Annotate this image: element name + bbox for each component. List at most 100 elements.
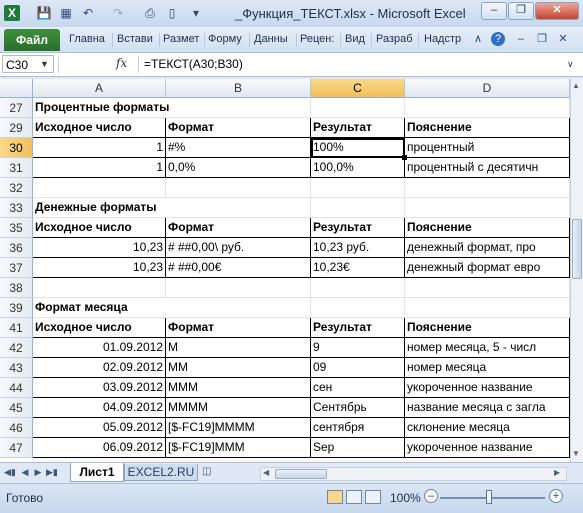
cell[interactable]: Sep [311,438,405,458]
worksheet-grid[interactable]: A B C D 27 Процентные форматы 29 Исходное ч… [0,79,570,462]
tab-insert[interactable]: Встави [117,33,157,45]
cell[interactable]: Результат [311,118,405,138]
cell[interactable]: 10,23€ [311,258,405,278]
zoom-slider-thumb[interactable] [486,490,492,504]
minimize-ribbon-icon[interactable]: ∧ [471,32,485,46]
column-header-c[interactable]: C [311,79,405,98]
sheet-tab-active[interactable]: Лист1 [70,463,124,482]
expand-formula-icon[interactable]: ∨ [567,59,574,70]
restore-button[interactable]: ❐ [508,2,534,20]
tab-data[interactable]: Данны [254,33,294,45]
row-header[interactable]: 37 [0,258,33,278]
vertical-scrollbar[interactable]: ▲ ▼ [570,79,583,462]
cell[interactable]: ММ [166,358,311,378]
page-break-view-icon[interactable] [365,490,381,504]
cell[interactable]: Результат [311,218,405,238]
cell[interactable]: процентный [405,138,570,158]
cell[interactable]: 09 [311,358,405,378]
row-header[interactable]: 47 [0,438,33,458]
tab-home[interactable]: Главна [69,33,109,45]
tab-developer[interactable]: Разраб [376,33,416,45]
cell[interactable]: МММ [166,378,311,398]
fill-handle[interactable] [402,155,407,160]
excel-app-icon[interactable]: X [4,5,20,21]
zoom-slider-track[interactable] [440,497,545,499]
cell[interactable]: укороченное название [405,378,570,398]
column-header-a[interactable]: A [33,79,166,98]
next-sheet-icon[interactable]: ▶ [33,466,43,478]
cell[interactable]: 1 [33,158,166,178]
cell[interactable]: 9 [311,338,405,358]
file-tab[interactable]: Файл [4,29,60,51]
cell[interactable] [311,278,405,298]
insert-function-icon[interactable]: fx [116,56,127,70]
cell[interactable]: 10,23 [33,258,166,278]
cell[interactable] [166,178,311,198]
undo-icon[interactable]: ↶ [80,5,96,21]
quick-print-icon[interactable]: ⎙ [142,5,158,21]
cell[interactable] [405,278,570,298]
cell[interactable]: Исходное число [33,318,166,338]
cell[interactable]: сентября [311,418,405,438]
doc-restore-icon[interactable]: ❐ [535,32,549,46]
cell[interactable]: 100,0% [311,158,405,178]
cell[interactable] [166,278,311,298]
cell[interactable]: Исходное число [33,218,166,238]
column-header-b[interactable]: B [166,79,311,98]
scroll-right-icon[interactable]: ▶ [554,468,560,477]
zoom-out-icon[interactable]: – [424,489,438,503]
tab-formulas[interactable]: Форму [208,33,248,45]
save-icon[interactable]: 💾 [36,5,52,21]
sheet-tab-excel2[interactable]: EXCEL2.RU [124,464,198,481]
cell[interactable]: Пояснение [405,218,570,238]
cell[interactable] [405,298,570,318]
customize-icon[interactable]: ▾ [188,5,204,21]
row-header[interactable]: 38 [0,278,33,298]
cell[interactable]: М [166,338,311,358]
first-sheet-icon[interactable]: ◀▮ [4,466,16,478]
cell[interactable]: название месяца с загла [405,398,570,418]
scroll-thumb[interactable] [572,219,582,279]
cell[interactable]: #% [166,138,311,158]
select-all-corner[interactable] [0,79,33,98]
cell[interactable] [33,278,166,298]
prev-sheet-icon[interactable]: ◀ [20,466,30,478]
normal-view-icon[interactable] [327,490,343,504]
cell[interactable]: 04.09.2012 [33,398,166,418]
tab-view[interactable]: Вид [345,33,369,45]
cell[interactable]: Пояснение [405,318,570,338]
cell[interactable]: Сентябрь [311,398,405,418]
close-button[interactable]: ✕ [535,2,579,20]
cell[interactable]: склонение месяца [405,418,570,438]
row-header[interactable]: 44 [0,378,33,398]
cell[interactable]: номер месяца, 5 - числ [405,338,570,358]
cell[interactable]: Результат [311,318,405,338]
row-header[interactable]: 43 [0,358,33,378]
cell[interactable]: Формат [166,318,311,338]
row-header[interactable]: 39 [0,298,33,318]
cell[interactable]: 1 [33,138,166,158]
tab-review[interactable]: Рецен: [300,33,340,45]
cell[interactable] [311,178,405,198]
row-header[interactable]: 41 [0,318,33,338]
cell[interactable]: [$-FC19]МММ [166,438,311,458]
tab-addins[interactable]: Надстр [424,33,464,45]
tab-page-layout[interactable]: Размет [163,33,203,45]
cell[interactable]: # ##0,00\ руб. [166,238,311,258]
row-header[interactable]: 32 [0,178,33,198]
cell[interactable]: 10,23 руб. [311,238,405,258]
cell[interactable] [311,298,405,318]
scroll-left-icon[interactable]: ◀ [263,468,269,477]
cell[interactable]: сен [311,378,405,398]
row-header[interactable]: 36 [0,238,33,258]
zoom-in-icon[interactable]: + [549,489,563,503]
cell[interactable]: Формат [166,118,311,138]
scroll-down-icon[interactable]: ▼ [572,449,580,458]
print-preview-icon[interactable]: ▦ [58,5,74,21]
h-scroll-thumb[interactable] [275,469,327,479]
page-layout-view-icon[interactable] [346,490,362,504]
cell[interactable]: денежный формат, про [405,238,570,258]
cell[interactable]: 03.09.2012 [33,378,166,398]
cell[interactable]: 06.09.2012 [33,438,166,458]
cell[interactable]: Исходное число [33,118,166,138]
